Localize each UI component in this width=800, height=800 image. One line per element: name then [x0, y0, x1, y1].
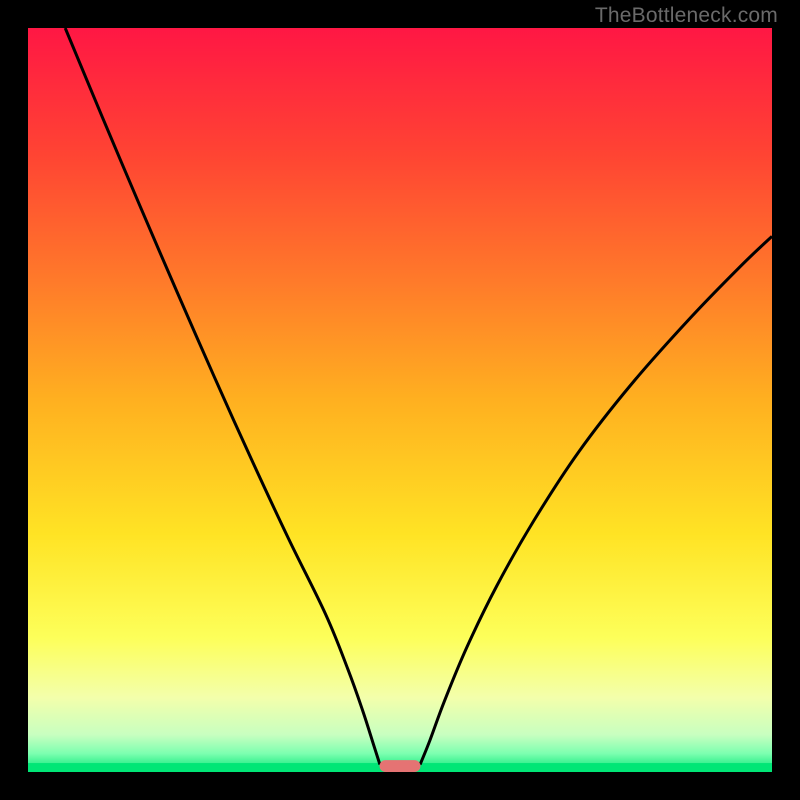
- watermark-text: TheBottleneck.com: [595, 4, 778, 28]
- gradient-background: [28, 28, 772, 772]
- min-marker: [380, 760, 421, 772]
- bottleneck-chart: [28, 28, 772, 772]
- chart-frame: [28, 28, 772, 772]
